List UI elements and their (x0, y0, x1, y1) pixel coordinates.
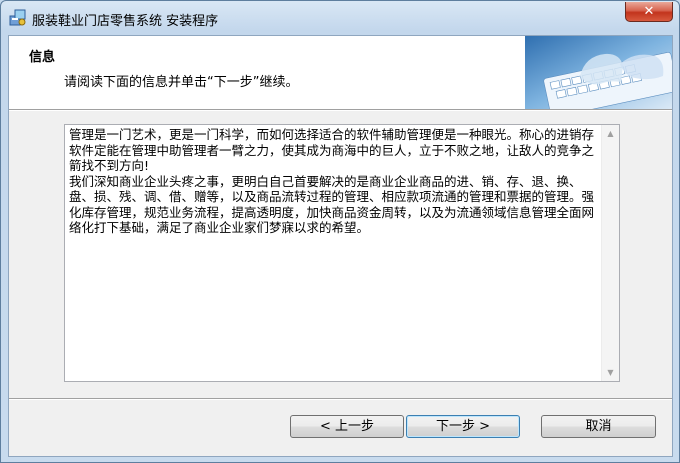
info-text: 管理是一门艺术，更是一门科学，而如何选择适合的软件辅助管理便是一种眼光。称心的进… (69, 127, 595, 235)
scroll-down-icon[interactable]: ▼ (602, 364, 619, 381)
cancel-button[interactable]: 取消 (541, 415, 656, 438)
keyboard-typing-image (525, 36, 672, 109)
back-button[interactable]: < 上一步 (290, 415, 404, 438)
close-icon: ✕ (643, 4, 655, 19)
header-divider (9, 109, 672, 111)
info-textbox[interactable]: 管理是一门艺术，更是一门科学，而如何选择适合的软件辅助管理便是一种眼光。称心的进… (64, 124, 620, 382)
installer-window: 服装鞋业门店零售系统 安装程序 ✕ 信息 请阅读下面的信息并单击“下一步”继续。 (0, 0, 680, 463)
wizard-header: 信息 请阅读下面的信息并单击“下一步”继续。 (9, 36, 672, 109)
wizard-client-area: 信息 请阅读下面的信息并单击“下一步”继续。 管理是一门艺术，更是一门科学，而如… (8, 35, 673, 457)
scroll-up-icon[interactable]: ▲ (602, 125, 619, 142)
page-subtitle: 请阅读下面的信息并单击“下一步”继续。 (64, 75, 299, 90)
footer-divider (9, 398, 672, 400)
installer-app-icon (9, 9, 26, 26)
title-bar[interactable]: 服装鞋业门店零售系统 安装程序 ✕ (1, 1, 679, 35)
vertical-scrollbar[interactable]: ▲ ▼ (601, 125, 619, 381)
page-title: 信息 (29, 50, 56, 65)
close-button[interactable]: ✕ (625, 2, 673, 22)
window-title: 服装鞋业门店零售系统 安装程序 (32, 14, 219, 29)
next-button[interactable]: 下一步 > (406, 415, 520, 438)
